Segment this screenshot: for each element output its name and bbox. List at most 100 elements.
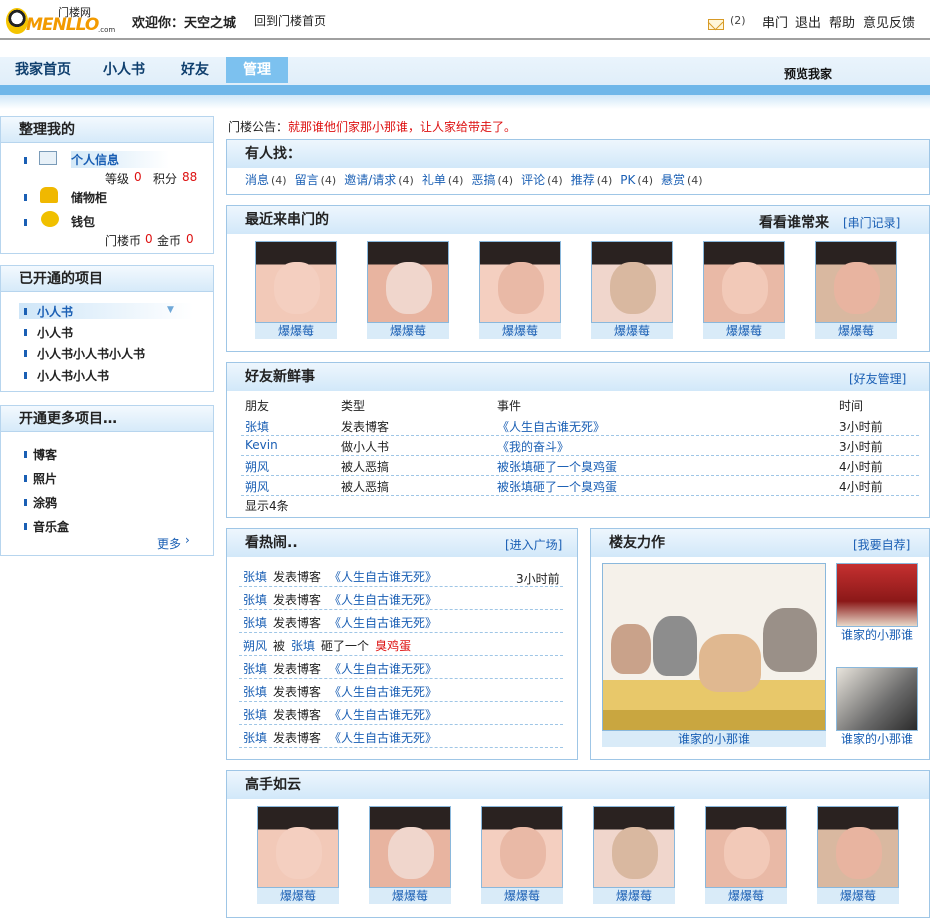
chevron-right-icon[interactable]: › bbox=[185, 533, 190, 547]
news-event-link[interactable]: 被张填砸了一个臭鸡蛋 bbox=[497, 478, 617, 495]
opened-item[interactable]: 小人书小人书 bbox=[37, 367, 109, 384]
avatar-name[interactable]: 爆爆莓 bbox=[815, 323, 897, 339]
opened-item[interactable]: 小人书 bbox=[37, 303, 73, 320]
help-link[interactable]: 帮助 bbox=[829, 12, 855, 31]
profile-link[interactable]: 个人信息 bbox=[71, 151, 170, 168]
hot-object-link[interactable]: 臭鸡蛋 bbox=[375, 639, 411, 653]
dropdown-arrow-icon[interactable]: ▼ bbox=[167, 305, 174, 315]
preview-home-link[interactable]: 预览我家 bbox=[784, 65, 832, 82]
opened-item[interactable]: 小人书小人书小人书 bbox=[37, 345, 145, 362]
finder-item[interactable]: 推荐 (4) bbox=[571, 173, 613, 187]
finder-item[interactable]: 悬赏 (4) bbox=[661, 173, 703, 187]
cabinet-link[interactable]: 储物柜 bbox=[71, 189, 107, 206]
opened-item[interactable]: 小人书 bbox=[37, 324, 73, 341]
finder-item-label: 消息 bbox=[245, 173, 270, 187]
avatar-photo[interactable] bbox=[705, 806, 787, 888]
tab-manage[interactable]: 管理 bbox=[226, 57, 288, 83]
hot-user-link[interactable]: 张填 bbox=[243, 685, 267, 699]
mail-count[interactable]: (2) bbox=[730, 14, 746, 27]
finder-item[interactable]: 邀请/请求 (4) bbox=[344, 173, 414, 187]
organize-panel: 整理我的 个人信息 等级 0 积分 88 储物柜 钱包 门楼币 0 金币 0 bbox=[0, 116, 214, 254]
self-recommend-link[interactable]: [我要自荐] bbox=[853, 536, 910, 553]
works-side-caption[interactable]: 谁家的小那谁 bbox=[836, 731, 918, 747]
news-event-link[interactable]: 《我的奋斗》 bbox=[497, 438, 569, 455]
finder-item[interactable]: 评论 (4) bbox=[521, 173, 563, 187]
news-friend-link[interactable]: 朔风 bbox=[245, 458, 269, 475]
visit-record-link[interactable]: [串门记录] bbox=[843, 214, 900, 231]
tab-home[interactable]: 我家首页 bbox=[6, 57, 80, 83]
hot-user-link[interactable]: 张填 bbox=[243, 731, 267, 745]
works-main-caption[interactable]: 谁家的小那谁 bbox=[602, 731, 826, 747]
avatar-photo[interactable] bbox=[815, 241, 897, 323]
news-event-link[interactable]: 被张填砸了一个臭鸡蛋 bbox=[497, 458, 617, 475]
friend-manage-link[interactable]: [好友管理] bbox=[849, 370, 906, 387]
avatar-name[interactable]: 爆爆莓 bbox=[255, 323, 337, 339]
works-side-photo[interactable] bbox=[836, 563, 918, 627]
project-music-box[interactable]: 音乐盒 bbox=[33, 518, 69, 535]
avatar-name[interactable]: 爆爆莓 bbox=[705, 888, 787, 904]
tab-friends[interactable]: 好友 bbox=[170, 57, 220, 83]
news-event-link[interactable]: 《人生自古谁无死》 bbox=[497, 418, 605, 435]
works-side-photo[interactable] bbox=[836, 667, 918, 731]
avatar-photo[interactable] bbox=[481, 806, 563, 888]
finder-item[interactable]: PK (4) bbox=[620, 173, 653, 187]
avatar-photo[interactable] bbox=[479, 241, 561, 323]
news-friend-link[interactable]: Kevin bbox=[245, 438, 278, 452]
avatar-photo[interactable] bbox=[593, 806, 675, 888]
finder-item[interactable]: 留言 (4) bbox=[295, 173, 337, 187]
hot-user-link[interactable]: 张填 bbox=[243, 708, 267, 722]
hot-user-link[interactable]: 朔风 bbox=[243, 639, 267, 653]
tab-comics[interactable]: 小人书 bbox=[92, 57, 156, 83]
feedback-link[interactable]: 意见反馈 bbox=[863, 12, 915, 31]
hot-user-link[interactable]: 张填 bbox=[243, 593, 267, 607]
project-photos[interactable]: 照片 bbox=[33, 470, 57, 487]
cats-photo[interactable] bbox=[602, 563, 826, 731]
avatar-photo[interactable] bbox=[255, 241, 337, 323]
notice-text[interactable]: 就那谁他们家那小那谁，让人家给带走了。 bbox=[288, 120, 516, 134]
hot-user-link[interactable]: 张填 bbox=[243, 616, 267, 630]
avatar-photo[interactable] bbox=[591, 241, 673, 323]
hot-object-link[interactable]: 《人生自古谁无死》 bbox=[329, 570, 437, 584]
hot-object-link[interactable]: 《人生自古谁无死》 bbox=[329, 616, 437, 630]
hot-user-link[interactable]: 张填 bbox=[291, 639, 315, 653]
hot-object-link[interactable]: 《人生自古谁无死》 bbox=[329, 685, 437, 699]
logout-link[interactable]: 退出 bbox=[795, 12, 821, 31]
finder-item[interactable]: 礼单 (4) bbox=[422, 173, 464, 187]
avatar-name[interactable]: 爆爆莓 bbox=[703, 323, 785, 339]
more-link[interactable]: 更多 bbox=[157, 535, 181, 552]
site-logo[interactable]: 门楼网 MENLLO .com bbox=[6, 4, 118, 38]
avatar-name[interactable]: 爆爆莓 bbox=[367, 323, 449, 339]
news-friend-link[interactable]: 张填 bbox=[245, 418, 269, 435]
home-link[interactable]: 回到门楼首页 bbox=[254, 12, 326, 29]
avatar-name[interactable]: 爆爆莓 bbox=[817, 888, 899, 904]
hot-object-link[interactable]: 《人生自古谁无死》 bbox=[329, 662, 437, 676]
hot-object-link[interactable]: 《人生自古谁无死》 bbox=[329, 593, 437, 607]
avatar-name[interactable]: 爆爆莓 bbox=[479, 323, 561, 339]
project-doodle[interactable]: 涂鸦 bbox=[33, 494, 57, 511]
avatar-photo[interactable] bbox=[817, 806, 899, 888]
avatar-name[interactable]: 爆爆莓 bbox=[481, 888, 563, 904]
hot-object-link[interactable]: 《人生自古谁无死》 bbox=[329, 731, 437, 745]
avatar-photo[interactable] bbox=[703, 241, 785, 323]
news-friend-link[interactable]: 朔风 bbox=[245, 478, 269, 495]
mail-icon[interactable] bbox=[708, 19, 724, 30]
avatar-photo[interactable] bbox=[369, 806, 451, 888]
face-shape bbox=[610, 262, 656, 314]
finder-item[interactable]: 恶搞 (4) bbox=[471, 173, 513, 187]
project-blog[interactable]: 博客 bbox=[33, 446, 57, 463]
hot-user-link[interactable]: 张填 bbox=[243, 570, 267, 584]
hot-object-link[interactable]: 《人生自古谁无死》 bbox=[329, 708, 437, 722]
finder-item[interactable]: 消息 (4) bbox=[245, 173, 287, 187]
avatar-photo[interactable] bbox=[367, 241, 449, 323]
avatar-name[interactable]: 爆爆莓 bbox=[593, 888, 675, 904]
hot-user-link[interactable]: 张填 bbox=[243, 662, 267, 676]
avatar-name[interactable]: 爆爆莓 bbox=[369, 888, 451, 904]
avatar-name[interactable]: 爆爆莓 bbox=[257, 888, 339, 904]
works-side-caption[interactable]: 谁家的小那谁 bbox=[836, 627, 918, 643]
enter-plaza-link[interactable]: [进入广场] bbox=[505, 536, 562, 553]
wallet-link[interactable]: 钱包 bbox=[71, 213, 95, 230]
avatar-photo[interactable] bbox=[257, 806, 339, 888]
finder-item-count: (4) bbox=[447, 174, 464, 187]
visit-link[interactable]: 串门 bbox=[762, 12, 788, 31]
avatar-name[interactable]: 爆爆莓 bbox=[591, 323, 673, 339]
